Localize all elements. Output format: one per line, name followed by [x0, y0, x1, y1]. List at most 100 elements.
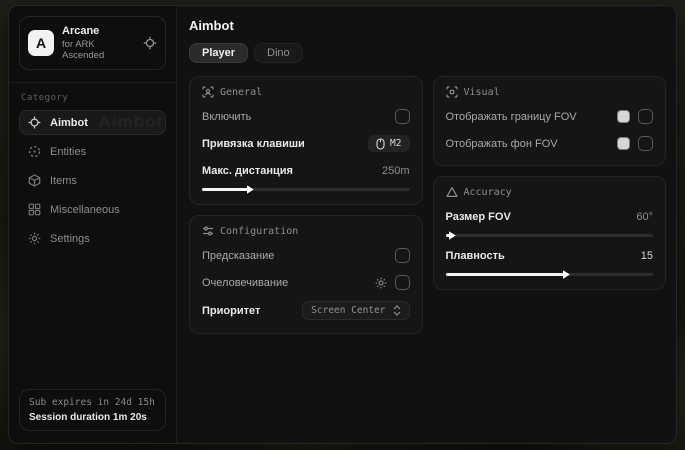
sidebar-nav: Aimbot Aimbot Entities	[19, 110, 166, 251]
tab-dino[interactable]: Dino	[254, 43, 303, 63]
sidebar-divider	[9, 82, 176, 83]
grid-icon	[28, 203, 41, 216]
fov-bg-label: Отображать фон FOV	[446, 138, 558, 150]
prediction-checkbox[interactable]	[395, 248, 410, 263]
sidebar-item-label: Miscellaneous	[50, 204, 120, 216]
subscription-card: Sub expires in 24d 15h Session duration …	[19, 389, 166, 431]
panel-visual: Visual Отображать границу FOV Отображать…	[433, 76, 667, 166]
right-column: Visual Отображать границу FOV Отображать…	[433, 76, 667, 290]
smooth-slider[interactable]	[446, 273, 654, 276]
fov-bg-checkbox[interactable]	[638, 136, 653, 151]
humanize-row: Очеловечивание	[202, 274, 410, 291]
priority-label: Приоритет	[202, 305, 260, 317]
sliders-icon	[202, 225, 214, 237]
panels-grid: General Включить Привязка клавиши	[189, 76, 666, 334]
fov-border-row: Отображать границу FOV	[446, 108, 654, 125]
fov-bg-color-swatch[interactable]	[617, 137, 630, 150]
person-focus-icon	[202, 86, 214, 98]
fov-size-slider-fill	[446, 234, 450, 237]
fov-size-slider-thumb[interactable]	[449, 231, 456, 240]
tab-bar: Player Dino	[189, 43, 666, 63]
keybind-label: Привязка клавиши	[202, 138, 305, 150]
logo-card: A Arcane for ARK Ascended	[19, 16, 166, 70]
entities-icon	[28, 145, 41, 158]
distance-row: Макс. дистанция 250m	[202, 162, 410, 179]
sidebar-item-miscellaneous[interactable]: Miscellaneous	[19, 197, 166, 222]
priority-dropdown[interactable]: Screen Center	[302, 301, 409, 320]
panel-general-header: General	[202, 86, 410, 98]
smooth-value: 15	[641, 250, 653, 262]
distance-slider-fill	[202, 188, 248, 191]
enable-checkbox[interactable]	[395, 109, 410, 124]
sidebar: A Arcane for ARK Ascended Category	[9, 6, 177, 443]
panel-general: General Включить Привязка клавиши	[189, 76, 423, 205]
sidebar-item-label: Settings	[50, 233, 90, 245]
distance-slider[interactable]	[202, 188, 410, 191]
chevrons-up-down-icon	[393, 305, 401, 316]
fov-border-checkbox[interactable]	[638, 109, 653, 124]
distance-value: 250m	[382, 165, 410, 177]
sidebar-item-entities[interactable]: Entities	[19, 139, 166, 164]
tab-player[interactable]: Player	[189, 43, 248, 63]
gear-icon[interactable]	[375, 277, 387, 289]
gear-icon	[28, 232, 41, 245]
fov-border-color-swatch[interactable]	[617, 110, 630, 123]
main-content: Aimbot Player Dino	[177, 6, 676, 443]
app-subtitle: for ARK Ascended	[62, 39, 135, 61]
prediction-label: Предсказание	[202, 250, 274, 262]
app-titles: Arcane for ARK Ascended	[62, 25, 135, 61]
smooth-row: Плавность 15	[446, 247, 654, 264]
panel-title: Accuracy	[464, 187, 512, 198]
sidebar-item-label: Aimbot	[50, 117, 88, 129]
humanize-controls	[375, 275, 410, 290]
fov-bg-row: Отображать фон FOV	[446, 135, 654, 152]
panel-configuration-header: Configuration	[202, 225, 410, 237]
viewfinder-icon	[446, 86, 458, 98]
session-duration-text: Session duration 1m 20s	[29, 412, 156, 423]
left-column: General Включить Привязка клавиши	[189, 76, 423, 334]
priority-value: Screen Center	[311, 305, 385, 316]
panel-configuration: Configuration Предсказание Очеловечивани…	[189, 215, 423, 334]
smooth-slider-fill	[446, 273, 564, 276]
category-label: Category	[21, 93, 164, 103]
priority-row: Приоритет Screen Center	[202, 301, 410, 320]
sidebar-item-label: Items	[50, 175, 77, 187]
keybind-value: M2	[390, 138, 401, 149]
panel-title: General	[220, 87, 262, 98]
fov-size-slider[interactable]	[446, 234, 654, 237]
sidebar-item-aimbot[interactable]: Aimbot Aimbot	[19, 110, 166, 135]
fov-size-row: Размер FOV 60°	[446, 208, 654, 225]
arcane-window: A Arcane for ARK Ascended Category	[8, 5, 677, 444]
sidebar-item-label: Entities	[50, 146, 86, 158]
fov-border-controls	[617, 109, 653, 124]
sidebar-spacer	[19, 251, 166, 389]
crosshair-icon	[28, 116, 41, 129]
enable-row: Включить	[202, 108, 410, 125]
keybind-button[interactable]: M2	[368, 135, 409, 152]
fov-size-label: Размер FOV	[446, 211, 511, 223]
sub-expires-text: Sub expires in 24d 15h	[29, 397, 156, 408]
mouse-icon	[376, 138, 385, 150]
humanize-label: Очеловечивание	[202, 277, 288, 289]
fov-bg-controls	[617, 136, 653, 151]
active-item-watermark: Aimbot	[98, 112, 163, 132]
triangle-icon	[446, 186, 458, 198]
sidebar-item-items[interactable]: Items	[19, 168, 166, 193]
target-icon[interactable]	[143, 36, 157, 50]
fov-size-value: 60°	[636, 211, 653, 223]
app-logo: A	[28, 30, 54, 56]
sidebar-item-settings[interactable]: Settings	[19, 226, 166, 251]
panel-accuracy: Accuracy Размер FOV 60° Плавность 15	[433, 176, 667, 290]
panel-visual-header: Visual	[446, 86, 654, 98]
smooth-slider-thumb[interactable]	[563, 270, 570, 279]
humanize-checkbox[interactable]	[395, 275, 410, 290]
prediction-row: Предсказание	[202, 247, 410, 264]
panel-title: Visual	[464, 87, 500, 98]
distance-slider-thumb[interactable]	[247, 185, 254, 194]
panel-title: Configuration	[220, 226, 298, 237]
distance-label: Макс. дистанция	[202, 165, 293, 177]
fov-border-label: Отображать границу FOV	[446, 111, 577, 123]
panel-accuracy-header: Accuracy	[446, 186, 654, 198]
package-icon	[28, 174, 41, 187]
enable-label: Включить	[202, 111, 251, 123]
